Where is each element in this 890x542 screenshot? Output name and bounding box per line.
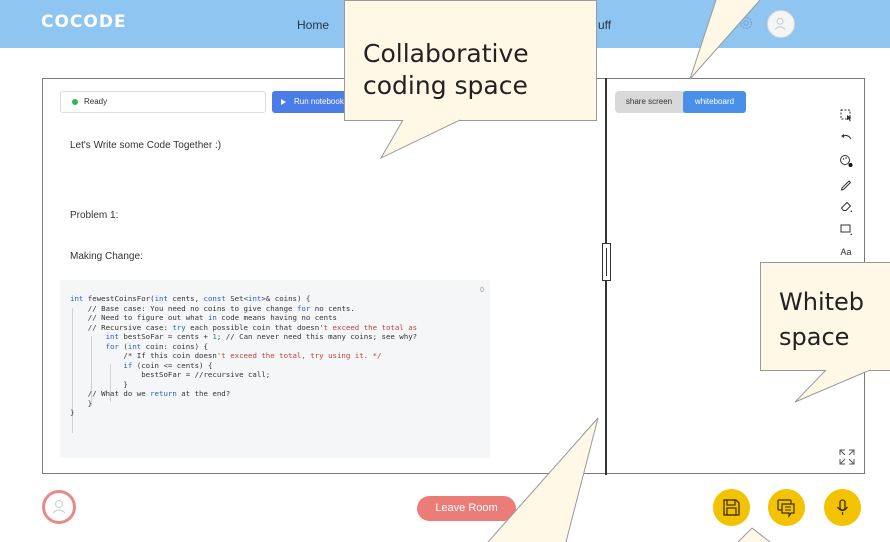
whiteboard-space-callout: Whiteb space xyxy=(760,262,890,371)
chat-icon xyxy=(777,499,795,518)
code-line: if (coin <= cents) { xyxy=(123,360,213,370)
nav-stuff-link[interactable]: uff xyxy=(598,18,611,32)
markdown-intro: Let's Write some Code Together :) xyxy=(70,140,222,151)
pencil-icon[interactable] xyxy=(839,177,853,191)
microphone-button[interactable] xyxy=(824,489,861,526)
user-icon xyxy=(774,17,786,30)
code-line: /* If this coin doesn't exceed the total… xyxy=(70,351,382,360)
palette-icon[interactable] xyxy=(839,154,853,168)
user-avatar[interactable] xyxy=(767,10,795,38)
markdown-subtitle: Making Change: xyxy=(70,251,143,262)
tab-share-screen[interactable]: share screen xyxy=(615,91,683,113)
status-indicator-icon xyxy=(72,99,78,105)
kernel-status: Ready xyxy=(60,91,266,113)
leave-room-button[interactable]: Leave Room xyxy=(417,496,516,521)
select-icon[interactable] xyxy=(839,108,853,122)
save-icon xyxy=(723,499,740,516)
markdown-problem: Problem 1: xyxy=(70,210,119,221)
code-line: int bestSoFar = cents + 1; // Can never … xyxy=(105,332,418,341)
status-text: Ready xyxy=(84,97,108,106)
play-icon xyxy=(281,99,286,105)
chat-button[interactable] xyxy=(768,489,805,526)
undo-icon[interactable] xyxy=(839,131,853,145)
user-icon xyxy=(52,499,66,514)
code-line: bestSoFar = //recursive call; xyxy=(70,370,271,379)
callout-line: Whiteb xyxy=(779,288,865,316)
text-tool[interactable]: Aa xyxy=(839,245,853,259)
fullscreen-expand-icon[interactable] xyxy=(838,448,856,466)
rectangle-icon[interactable] xyxy=(839,222,853,236)
code-editor[interactable]: int fewestCoinsFor(int cents, const Set<… xyxy=(70,294,417,418)
code-line: } xyxy=(70,398,93,408)
pane-resize-handle[interactable] xyxy=(602,243,611,281)
code-line: int fewestCoinsFor(int cents, const Set<… xyxy=(70,294,311,303)
code-line: } xyxy=(70,408,75,417)
settings-gear-icon[interactable] xyxy=(738,15,754,31)
nav-home-link[interactable]: Home xyxy=(297,18,329,32)
code-line: // What do we return at the end? xyxy=(70,389,231,398)
run-notebook-button[interactable]: Run notebook xyxy=(272,91,352,113)
microphone-icon xyxy=(837,499,848,515)
code-line: } xyxy=(70,379,128,389)
callout-line: space xyxy=(779,323,850,351)
view-tabs: share screen whiteboard xyxy=(615,91,746,113)
tab-whiteboard[interactable]: whiteboard xyxy=(683,91,746,113)
save-button[interactable] xyxy=(713,489,750,526)
code-line: // Base case: You need no coins to give … xyxy=(70,303,355,313)
callout-line: coding space xyxy=(363,71,528,100)
eraser-icon[interactable] xyxy=(839,199,853,213)
cell-index: 0 xyxy=(480,287,484,294)
callout-line: Collaborative xyxy=(363,39,529,68)
code-line: for (int coin: coins) { xyxy=(105,341,208,351)
collaborative-coding-callout: Collaborative coding space xyxy=(344,0,597,121)
run-notebook-label: Run notebook xyxy=(294,97,344,106)
code-line: // Need to figure out what in code means… xyxy=(70,313,337,322)
participant-avatar[interactable] xyxy=(42,490,76,524)
code-line: // Recursive case: try each possible coi… xyxy=(70,322,418,332)
app-logo[interactable]: COCODE xyxy=(41,12,127,32)
